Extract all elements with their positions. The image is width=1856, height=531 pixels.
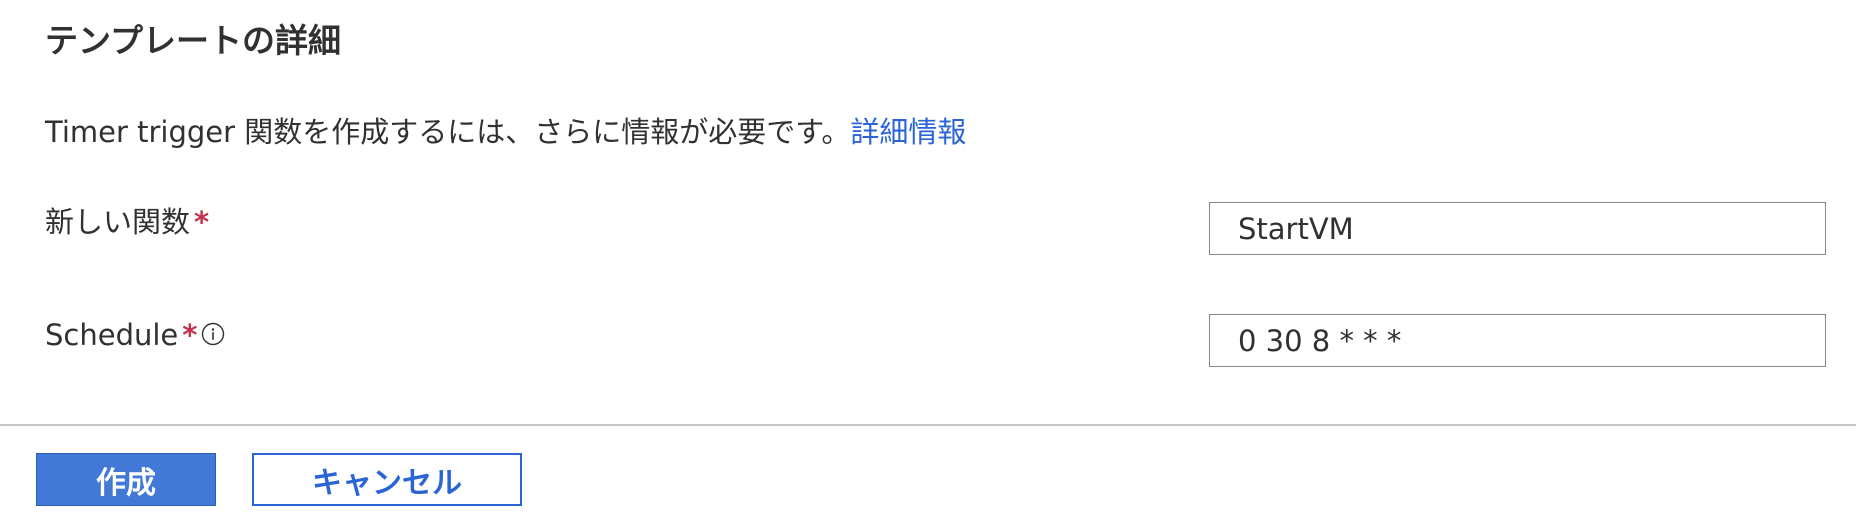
required-marker: * — [194, 205, 210, 239]
schedule-label-row: Schedule * — [45, 315, 225, 355]
footer-divider — [0, 424, 1856, 426]
template-details-dialog: テンプレートの詳細 Timer trigger 関数を作成するには、さらに情報が… — [0, 0, 1856, 531]
description-text: Timer trigger 関数を作成するには、さらに情報が必要です。 — [45, 115, 851, 149]
schedule-input[interactable] — [1209, 314, 1826, 367]
required-marker: * — [182, 318, 198, 352]
function-name-input[interactable] — [1209, 202, 1826, 255]
cancel-button[interactable]: キャンセル — [252, 453, 522, 506]
schedule-label: Schedule — [45, 318, 179, 352]
dialog-title: テンプレートの詳細 — [45, 21, 342, 60]
create-button[interactable]: 作成 — [36, 453, 216, 506]
learn-more-link[interactable]: 詳細情報 — [850, 115, 966, 149]
dialog-description: Timer trigger 関数を作成するには、さらに情報が必要です。詳細情報 — [45, 112, 966, 152]
function-name-label-row: 新しい関数 * — [45, 202, 209, 242]
info-icon[interactable] — [201, 316, 225, 346]
function-name-label: 新しい関数 — [45, 205, 191, 239]
